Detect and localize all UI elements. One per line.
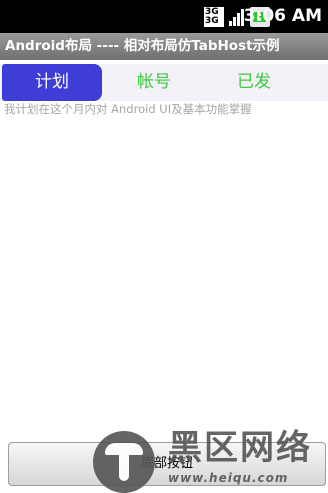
tab-sent[interactable]: 已发	[204, 64, 304, 101]
tab-bar: 计划 帐号 已发	[0, 64, 328, 101]
network-label-bottom: 3G	[205, 16, 219, 26]
status-bar: 3G 3G 3:06 AM	[0, 0, 328, 33]
clock: 3:06 AM	[243, 6, 322, 26]
watermark-url: www.heiqu.com	[168, 471, 289, 485]
content-description: 我计划在这个月内对 Android UI及基本功能掌握	[4, 102, 252, 116]
heiqu-logo-icon	[93, 431, 155, 493]
tab-account[interactable]: 帐号	[104, 64, 204, 101]
network-3g-icon: 3G 3G	[204, 7, 224, 27]
watermark-text: 黑区网络	[168, 428, 312, 468]
app-title: Android布局 ---- 相对布局仿TabHost示例	[0, 33, 328, 60]
tab-plan[interactable]: 计划	[2, 64, 102, 101]
